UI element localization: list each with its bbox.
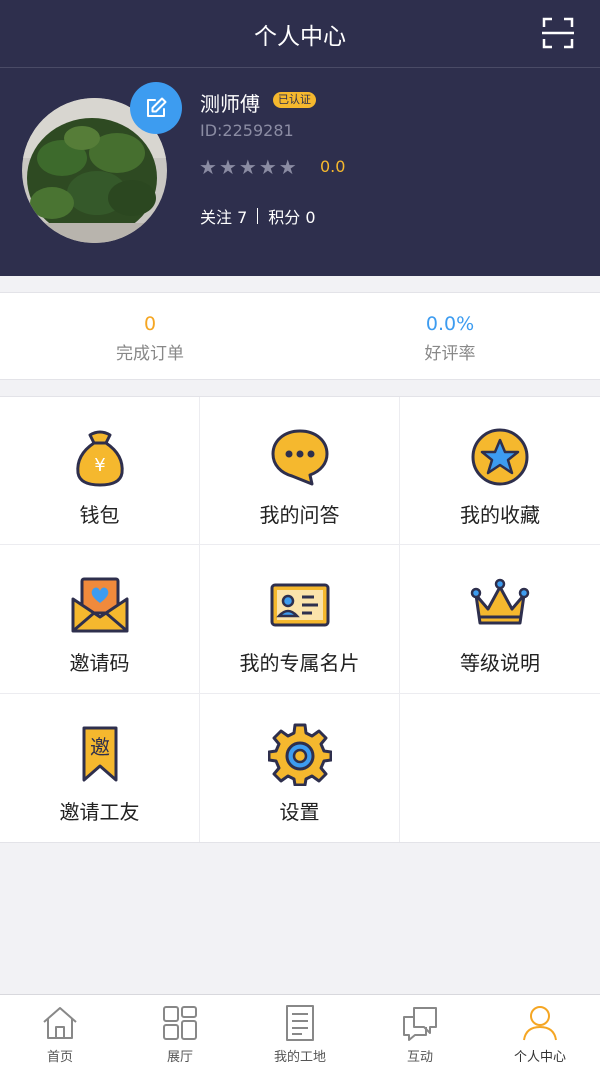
- user-id: ID:2259281: [200, 121, 294, 140]
- bottom-tab-bar: 首页 展厅 我的工地 互动 个人中心: [0, 994, 600, 1067]
- points-count[interactable]: 积分 0: [268, 204, 315, 228]
- edit-icon: [147, 97, 167, 117]
- menu-label: 钱包: [79, 503, 120, 527]
- menu-item-business-card[interactable]: 我的专属名片: [200, 545, 400, 694]
- tab-gallery[interactable]: 展厅: [120, 995, 240, 1067]
- document-icon: [286, 1005, 314, 1041]
- crown-icon: [470, 578, 530, 625]
- menu-empty-cell: [400, 694, 600, 842]
- business-card-icon: [270, 583, 329, 627]
- money-bag-icon: ¥: [75, 430, 124, 487]
- star-rating: ★ ★ ★ ★ ★: [199, 156, 297, 178]
- envelope-heart-icon: [71, 577, 128, 633]
- svg-text:邀: 邀: [90, 735, 110, 759]
- star-icon: ★: [238, 155, 257, 179]
- follow-points-row: 关注 7 积分 0: [200, 204, 316, 228]
- tab-interaction[interactable]: 互动: [360, 995, 480, 1067]
- gear-icon: [267, 723, 332, 786]
- tab-label: 个人中心: [513, 1050, 566, 1065]
- edit-profile-button[interactable]: [130, 82, 182, 134]
- tab-label: 展厅: [166, 1050, 193, 1065]
- gallery-icon: [163, 1006, 197, 1040]
- stat-value: 0: [143, 313, 157, 335]
- invite-ribbon-icon: 邀: [82, 726, 117, 782]
- user-name: 测师傅: [200, 92, 260, 116]
- scan-button[interactable]: [542, 17, 574, 49]
- chat-icon: [403, 1007, 437, 1041]
- verified-badge: 已认证: [273, 92, 316, 108]
- menu-label: 我的专属名片: [239, 651, 360, 675]
- menu-item-level-info[interactable]: 等级说明: [400, 545, 600, 694]
- stat-completed-orders[interactable]: 0 完成订单: [0, 293, 300, 379]
- rating-score: 0.0: [320, 157, 346, 176]
- menu-item-wallet[interactable]: ¥ 钱包: [0, 397, 200, 545]
- tab-my-site[interactable]: 我的工地: [240, 995, 360, 1067]
- stats-bar: 0 完成订单 0.0% 好评率: [0, 292, 600, 380]
- follow-count[interactable]: 关注 7: [200, 204, 247, 228]
- stat-positive-rate[interactable]: 0.0% 好评率: [300, 293, 600, 379]
- menu-item-invite-code[interactable]: 邀请码: [0, 545, 200, 694]
- stat-value: 0.0%: [425, 313, 475, 335]
- menu-label: 邀请码: [69, 651, 130, 675]
- stat-label: 完成订单: [116, 344, 184, 364]
- tab-home[interactable]: 首页: [0, 995, 120, 1067]
- home-icon: [43, 1007, 77, 1039]
- person-icon: [523, 1006, 557, 1041]
- stat-label: 好评率: [424, 344, 476, 364]
- tab-label: 互动: [406, 1050, 433, 1065]
- menu-item-settings[interactable]: 设置: [200, 694, 400, 842]
- profile-card: 测师傅 已认证 ID:2259281 ★ ★ ★ ★ ★ 0.0 关注 7 积分…: [0, 68, 600, 276]
- tab-personal-center[interactable]: 个人中心: [480, 995, 600, 1067]
- page-title: 个人中心: [254, 23, 346, 50]
- menu-label: 我的收藏: [460, 503, 540, 527]
- star-icon: ★: [218, 155, 237, 179]
- scan-icon: [542, 17, 574, 49]
- star-badge-icon: [471, 428, 529, 486]
- menu-label: 我的问答: [259, 503, 340, 527]
- divider: [257, 208, 259, 224]
- star-icon: ★: [278, 155, 297, 179]
- menu-label: 邀请工友: [59, 800, 140, 824]
- top-bar: 个人中心: [0, 0, 600, 68]
- menu-item-my-qa[interactable]: 我的问答: [200, 397, 400, 545]
- chat-bubble-icon: [271, 429, 328, 486]
- menu-label: 设置: [279, 800, 320, 824]
- svg-text:¥: ¥: [94, 455, 105, 476]
- menu-label: 等级说明: [460, 651, 540, 675]
- star-icon: ★: [258, 155, 277, 179]
- menu-grid: ¥ 钱包 我的问答 我的收藏 邀请码 我的专属名片 等级说明 邀 邀请工友 设置: [0, 396, 600, 843]
- tab-label: 首页: [46, 1050, 73, 1065]
- menu-item-invite-workers[interactable]: 邀 邀请工友: [0, 694, 200, 842]
- tab-label: 我的工地: [273, 1050, 326, 1065]
- menu-item-favorites[interactable]: 我的收藏: [400, 397, 600, 545]
- star-icon: ★: [199, 155, 217, 179]
